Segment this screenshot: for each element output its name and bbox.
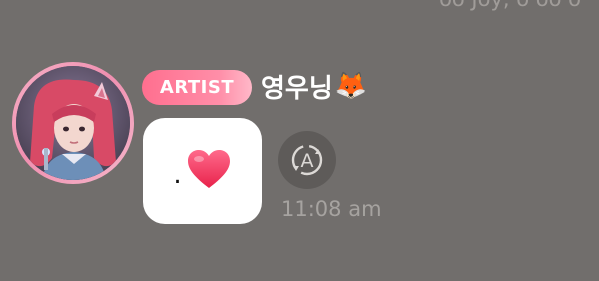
translate-button[interactable]: A [278, 131, 336, 189]
heart-icon [186, 148, 232, 194]
message-dot: . [173, 160, 182, 190]
message-timestamp: 11:08 am [281, 197, 382, 221]
fox-emoji-icon: 🦊 [334, 71, 368, 101]
artist-badge: ARTIST [142, 70, 252, 105]
sender-name-text: 영우닝 [261, 73, 333, 104]
message-bubble[interactable]: . [143, 118, 262, 224]
message-content: . [173, 148, 231, 194]
avatar-image [16, 66, 130, 180]
artist-avatar[interactable] [12, 62, 134, 184]
translate-icon: A [291, 144, 323, 176]
sender-name[interactable]: 영우닝 🦊 [261, 67, 367, 105]
partial-top-text: oo Joy, o oo o [439, 0, 581, 11]
translate-glyph: A [301, 150, 314, 172]
